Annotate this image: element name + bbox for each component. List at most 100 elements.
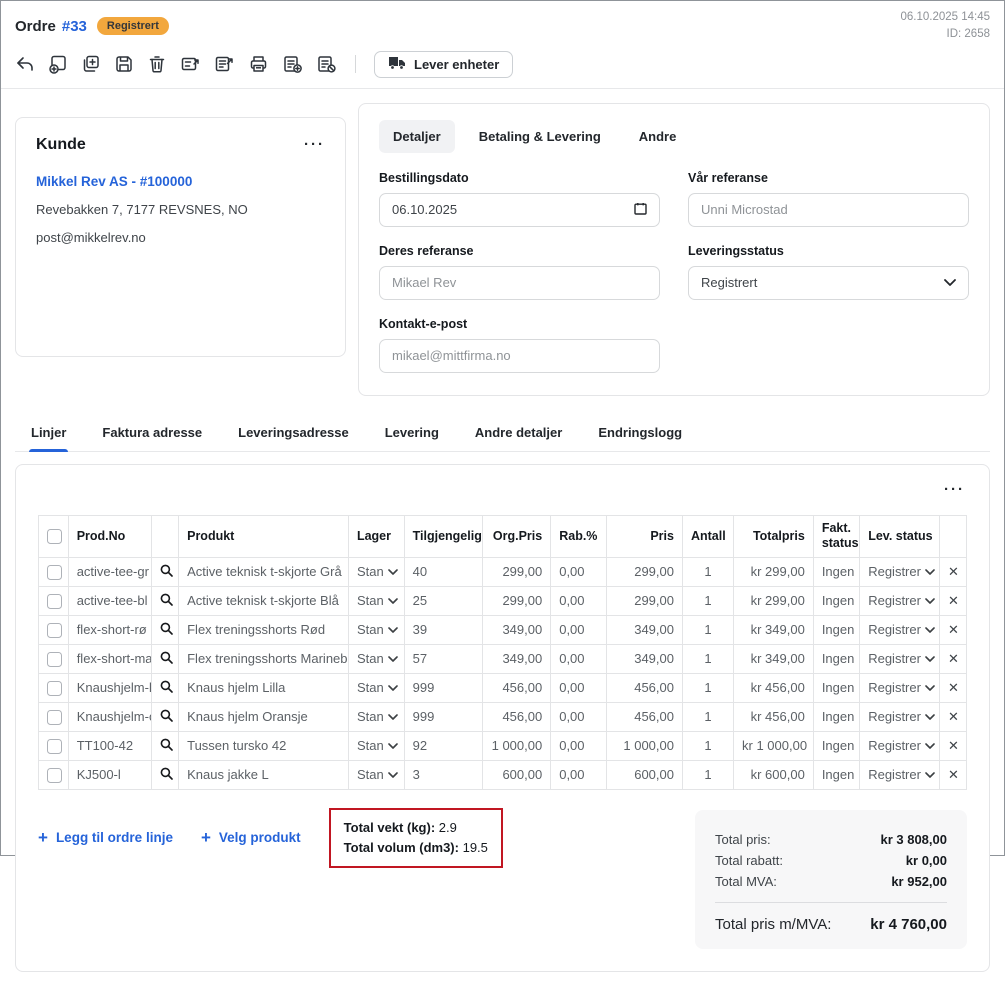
- qty-cell[interactable]: 1: [682, 586, 733, 615]
- prod-no-cell[interactable]: active-tee-gr: [68, 557, 152, 586]
- discount-cell[interactable]: 0,00: [551, 731, 607, 760]
- order-date-input[interactable]: 06.10.2025: [379, 193, 660, 227]
- discount-cell[interactable]: 0,00: [551, 557, 607, 586]
- order-number-link[interactable]: #33: [62, 18, 87, 35]
- search-icon[interactable]: [152, 586, 179, 615]
- add-document-icon[interactable]: [282, 54, 303, 74]
- stock-select[interactable]: Stan: [348, 760, 404, 789]
- row-checkbox[interactable]: [47, 565, 62, 580]
- calendar-icon[interactable]: [634, 202, 647, 218]
- price-cell[interactable]: 349,00: [606, 615, 682, 644]
- customer-card-menu-icon[interactable]: ···: [304, 140, 325, 150]
- stock-select[interactable]: Stan: [348, 731, 404, 760]
- tab-leveringsadresse[interactable]: Leveringsadresse: [236, 416, 351, 451]
- prod-no-cell[interactable]: active-tee-bl: [68, 586, 152, 615]
- delete-line-icon[interactable]: ✕: [948, 709, 959, 724]
- product-cell[interactable]: Active teknisk t-skjorte Blå: [179, 586, 349, 615]
- product-cell[interactable]: Flex treningsshorts Marineblå: [179, 644, 349, 673]
- delivery-status-select[interactable]: Registrer: [860, 557, 940, 586]
- stock-select[interactable]: Stan: [348, 702, 404, 731]
- trash-icon[interactable]: [147, 54, 167, 74]
- org-price-cell[interactable]: 1 000,00: [482, 731, 551, 760]
- tab-linjer[interactable]: Linjer: [29, 416, 68, 451]
- new-order-add-icon[interactable]: [48, 54, 68, 74]
- choose-product-button[interactable]: + Velg produkt: [201, 828, 301, 848]
- row-checkbox[interactable]: [47, 768, 62, 783]
- save-icon[interactable]: [114, 54, 134, 74]
- stock-select[interactable]: Stan: [348, 557, 404, 586]
- prod-no-cell[interactable]: TT100-42: [68, 731, 152, 760]
- discount-cell[interactable]: 0,00: [551, 615, 607, 644]
- send-order-icon[interactable]: [180, 54, 201, 74]
- search-icon[interactable]: [152, 760, 179, 789]
- qty-cell[interactable]: 1: [682, 673, 733, 702]
- tab-andre-detaljer[interactable]: Andre detaljer: [473, 416, 564, 451]
- qty-cell[interactable]: 1: [682, 615, 733, 644]
- qty-cell[interactable]: 1: [682, 760, 733, 789]
- qty-cell[interactable]: 1: [682, 557, 733, 586]
- discount-cell[interactable]: 0,00: [551, 644, 607, 673]
- product-cell[interactable]: Flex treningsshorts Rød: [179, 615, 349, 644]
- price-cell[interactable]: 1 000,00: [606, 731, 682, 760]
- search-icon[interactable]: [152, 702, 179, 731]
- price-cell[interactable]: 600,00: [606, 760, 682, 789]
- stock-select[interactable]: Stan: [348, 586, 404, 615]
- delete-line-icon[interactable]: ✕: [948, 564, 959, 579]
- prod-no-cell[interactable]: KJ500-l: [68, 760, 152, 789]
- row-checkbox[interactable]: [47, 739, 62, 754]
- lines-card-menu-icon[interactable]: ···: [944, 481, 965, 498]
- prod-no-cell[interactable]: Knaushjelm-o: [68, 702, 152, 731]
- product-cell[interactable]: Tussen tursko 42: [179, 731, 349, 760]
- search-icon[interactable]: [152, 673, 179, 702]
- row-checkbox[interactable]: [47, 623, 62, 638]
- qty-cell[interactable]: 1: [682, 644, 733, 673]
- org-price-cell[interactable]: 456,00: [482, 673, 551, 702]
- customer-name-link[interactable]: Mikkel Rev AS - #100000: [36, 174, 325, 189]
- delivery-status-select[interactable]: Registrer: [860, 673, 940, 702]
- undo-icon[interactable]: [15, 54, 35, 74]
- row-checkbox[interactable]: [47, 652, 62, 667]
- org-price-cell[interactable]: 349,00: [482, 644, 551, 673]
- price-cell[interactable]: 456,00: [606, 673, 682, 702]
- product-cell[interactable]: Knaus hjelm Lilla: [179, 673, 349, 702]
- org-price-cell[interactable]: 349,00: [482, 615, 551, 644]
- stock-select[interactable]: Stan: [348, 673, 404, 702]
- tab-faktura-adresse[interactable]: Faktura adresse: [100, 416, 204, 451]
- discount-cell[interactable]: 0,00: [551, 586, 607, 615]
- tab-endringslogg[interactable]: Endringslogg: [596, 416, 684, 451]
- qty-cell[interactable]: 1: [682, 731, 733, 760]
- contact-email-input[interactable]: mikael@mittfirma.no: [379, 339, 660, 373]
- deliver-units-button[interactable]: Lever enheter: [374, 51, 513, 78]
- price-cell[interactable]: 299,00: [606, 557, 682, 586]
- stock-select[interactable]: Stan: [348, 644, 404, 673]
- prod-no-cell[interactable]: flex-short-rø: [68, 615, 152, 644]
- tab-levering[interactable]: Levering: [383, 416, 441, 451]
- org-price-cell[interactable]: 299,00: [482, 557, 551, 586]
- discount-cell[interactable]: 0,00: [551, 702, 607, 731]
- price-cell[interactable]: 299,00: [606, 586, 682, 615]
- edit-order-icon[interactable]: [214, 54, 235, 74]
- price-cell[interactable]: 456,00: [606, 702, 682, 731]
- search-icon[interactable]: [152, 615, 179, 644]
- void-document-icon[interactable]: [316, 54, 337, 74]
- search-icon[interactable]: [152, 731, 179, 760]
- discount-cell[interactable]: 0,00: [551, 760, 607, 789]
- stock-select[interactable]: Stan: [348, 615, 404, 644]
- org-price-cell[interactable]: 456,00: [482, 702, 551, 731]
- row-checkbox[interactable]: [47, 594, 62, 609]
- delete-line-icon[interactable]: ✕: [948, 593, 959, 608]
- product-cell[interactable]: Active teknisk t-skjorte Grå: [179, 557, 349, 586]
- print-icon[interactable]: [248, 54, 269, 74]
- prod-no-cell[interactable]: flex-short-ma: [68, 644, 152, 673]
- delivery-status-select[interactable]: Registrer: [860, 644, 940, 673]
- search-icon[interactable]: [152, 557, 179, 586]
- row-checkbox[interactable]: [47, 710, 62, 725]
- select-all-checkbox[interactable]: [47, 529, 62, 544]
- delivery-status-select[interactable]: Registrer: [860, 615, 940, 644]
- add-order-line-button[interactable]: + Legg til ordre linje: [38, 828, 173, 848]
- discount-cell[interactable]: 0,00: [551, 673, 607, 702]
- delete-line-icon[interactable]: ✕: [948, 680, 959, 695]
- price-cell[interactable]: 349,00: [606, 644, 682, 673]
- qty-cell[interactable]: 1: [682, 702, 733, 731]
- delivery-status-select[interactable]: Registrer: [860, 702, 940, 731]
